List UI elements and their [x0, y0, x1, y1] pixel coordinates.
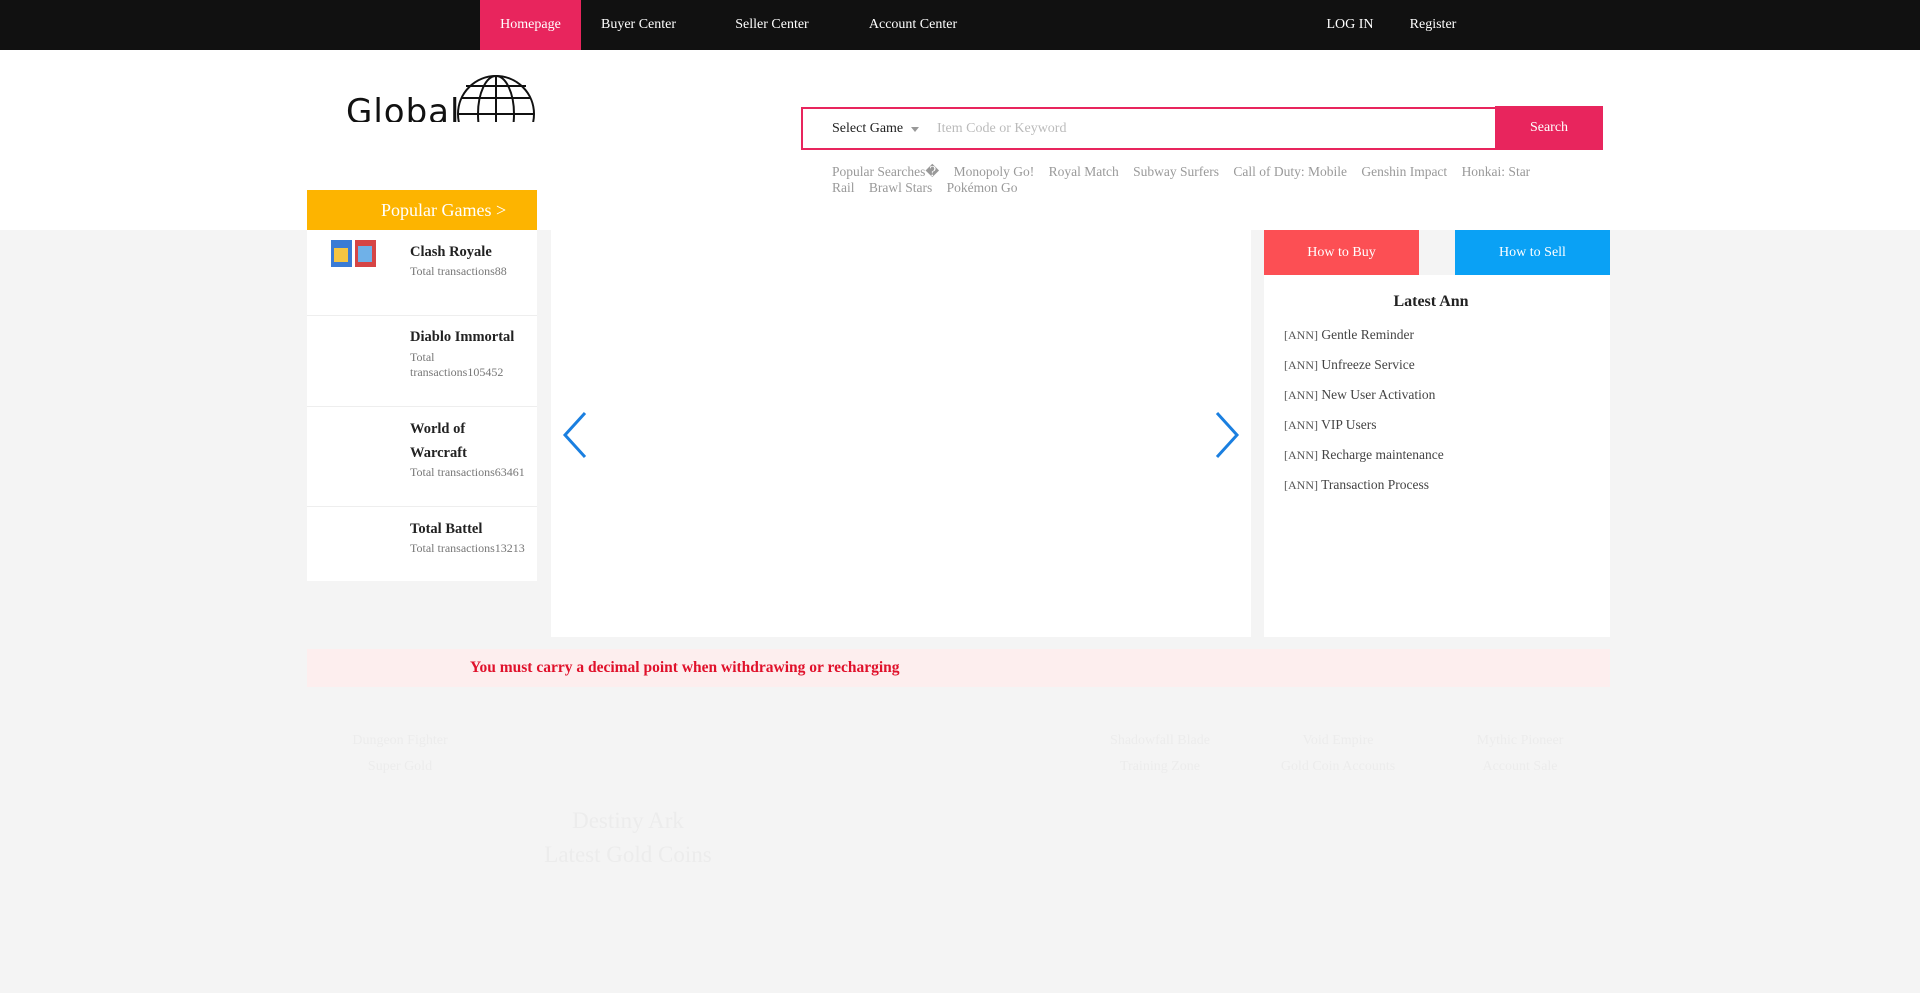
game-transactions: transactions105452 [410, 365, 504, 379]
faint-link-sub: Super Gold [367, 759, 433, 774]
game-name: Warcraft [410, 445, 467, 461]
chevron-left-icon[interactable] [561, 410, 589, 460]
nav-account-center[interactable]: Account Center [860, 0, 966, 50]
game-item-clash-royale[interactable]: Clash Royale Total transactions88 [307, 230, 537, 316]
nav-seller-center[interactable]: Seller Center [722, 0, 822, 50]
announcement-title: Transaction Process [1321, 477, 1430, 492]
game-name: World of [410, 421, 466, 437]
faint-link-title: Void Empire [1302, 733, 1374, 748]
game-transactions: Total [410, 350, 435, 364]
game-name: Diablo Immortal [410, 329, 515, 345]
select-game-label: Select Game [832, 121, 904, 136]
game-name: Total Battel [410, 521, 483, 537]
header: Global Select Game Search Popular Search… [0, 50, 1920, 230]
game-item-diablo-immortal[interactable]: Diablo Immortal Total transactions105452 [307, 316, 537, 407]
announcement-item[interactable]: [ANN] Unfreeze Service [1284, 357, 1415, 373]
ann-tag: [ANN] [1284, 448, 1318, 462]
ann-tag: [ANN] [1284, 328, 1318, 342]
top-nav: Homepage Buyer Center Seller Center Acco… [0, 0, 1920, 50]
announcement-item[interactable]: [ANN] Transaction Process [1284, 477, 1429, 493]
popular-search-link[interactable]: Subway Surfers [1133, 164, 1219, 179]
popular-games-header[interactable]: Popular Games > [307, 190, 537, 230]
announcement-title: Recharge maintenance [1321, 447, 1444, 462]
search-input[interactable] [937, 109, 1497, 148]
faint-link-sub: Training Zone [1120, 759, 1200, 774]
ann-tag: [ANN] [1284, 478, 1318, 492]
notice-text: You must carry a decimal point when with… [470, 659, 900, 676]
game-transactions: Total transactions63461 [410, 465, 525, 479]
faint-link-title: Destiny Ark [572, 808, 684, 833]
announcement-item[interactable]: [ANN] VIP Users [1284, 417, 1377, 433]
faint-link-5[interactable]: Mythic Pioneer Account Sale [1440, 728, 1600, 780]
announcement-title: Gentle Reminder [1321, 327, 1414, 342]
announcements-panel: Latest Ann [ANN] Gentle Reminder [ANN] U… [1264, 275, 1610, 637]
announcement-item[interactable]: [ANN] Gentle Reminder [1284, 327, 1414, 343]
announcements-title: Latest Ann [1393, 293, 1469, 310]
announcement-title: VIP Users [1321, 417, 1377, 432]
faint-link-sub: Latest Gold Coins [544, 842, 712, 867]
faint-link-3[interactable]: Shadowfall Blade Training Zone [1080, 728, 1240, 780]
announcement-title: Unfreeze Service [1321, 357, 1415, 372]
faint-link-1[interactable]: Dungeon Fighter Super Gold [320, 728, 480, 780]
faint-link-2[interactable]: Destiny Ark Latest Gold Coins [508, 804, 748, 872]
announcement-title: New User Activation [1321, 387, 1436, 402]
announcement-item[interactable]: [ANN] Recharge maintenance [1284, 447, 1444, 463]
popular-searches: Popular Searches� Monopoly Go! Royal Mat… [832, 164, 1552, 196]
ann-tag: [ANN] [1284, 418, 1318, 432]
game-item-total-battel[interactable]: Total Battel Total transactions13213 [307, 507, 537, 581]
popular-search-link[interactable]: Monopoly Go! [954, 164, 1035, 179]
nav-homepage[interactable]: Homepage [480, 0, 581, 50]
how-to-sell-button[interactable]: How to Sell [1455, 230, 1610, 275]
popular-search-link[interactable]: Call of Duty: Mobile [1233, 164, 1347, 179]
game-transactions: Total transactions13213 [410, 541, 525, 555]
login-link[interactable]: LOG IN [1320, 0, 1380, 50]
popular-search-link[interactable]: Genshin Impact [1361, 164, 1447, 179]
popular-games-list: Clash Royale Total transactions88 Diablo… [307, 230, 537, 581]
search-bar: Select Game [801, 107, 1603, 150]
popular-searches-label: Popular Searches� [832, 164, 940, 179]
chevron-right-icon[interactable] [1213, 410, 1241, 460]
ann-tag: [ANN] [1284, 388, 1318, 402]
notice-bar: You must carry a decimal point when with… [307, 649, 1610, 687]
select-game-dropdown[interactable]: Select Game [803, 109, 931, 148]
faint-link-4[interactable]: Void Empire Gold Coin Accounts [1258, 728, 1418, 780]
ann-tag: [ANN] [1284, 358, 1318, 372]
popular-search-link[interactable]: Royal Match [1049, 164, 1119, 179]
popular-search-link[interactable]: Pokémon Go [947, 180, 1018, 195]
logo-text: Global [346, 92, 461, 122]
game-transactions: Total transactions88 [410, 264, 507, 278]
how-to-buy-button[interactable]: How to Buy [1264, 230, 1419, 275]
search-button[interactable]: Search [1495, 106, 1603, 150]
banner-carousel[interactable] [551, 230, 1251, 637]
popular-search-link[interactable]: Brawl Stars [869, 180, 932, 195]
faint-link-title: Dungeon Fighter [352, 733, 448, 748]
site-logo[interactable]: Global [346, 72, 536, 122]
faint-link-sub: Account Sale [1482, 759, 1558, 774]
globe-icon [457, 75, 535, 122]
game-thumbnail [331, 240, 376, 267]
announcement-item[interactable]: [ANN] New User Activation [1284, 387, 1435, 403]
nav-buyer-center[interactable]: Buyer Center [591, 0, 686, 50]
game-item-world-of-warcraft[interactable]: World of Warcraft Total transactions6346… [307, 407, 537, 507]
faint-link-title: Shadowfall Blade [1110, 733, 1210, 748]
game-name: Clash Royale [410, 244, 492, 260]
faint-link-sub: Gold Coin Accounts [1280, 759, 1396, 774]
faint-link-title: Mythic Pioneer [1476, 733, 1564, 748]
register-link[interactable]: Register [1402, 0, 1464, 50]
caret-down-icon [911, 127, 919, 132]
